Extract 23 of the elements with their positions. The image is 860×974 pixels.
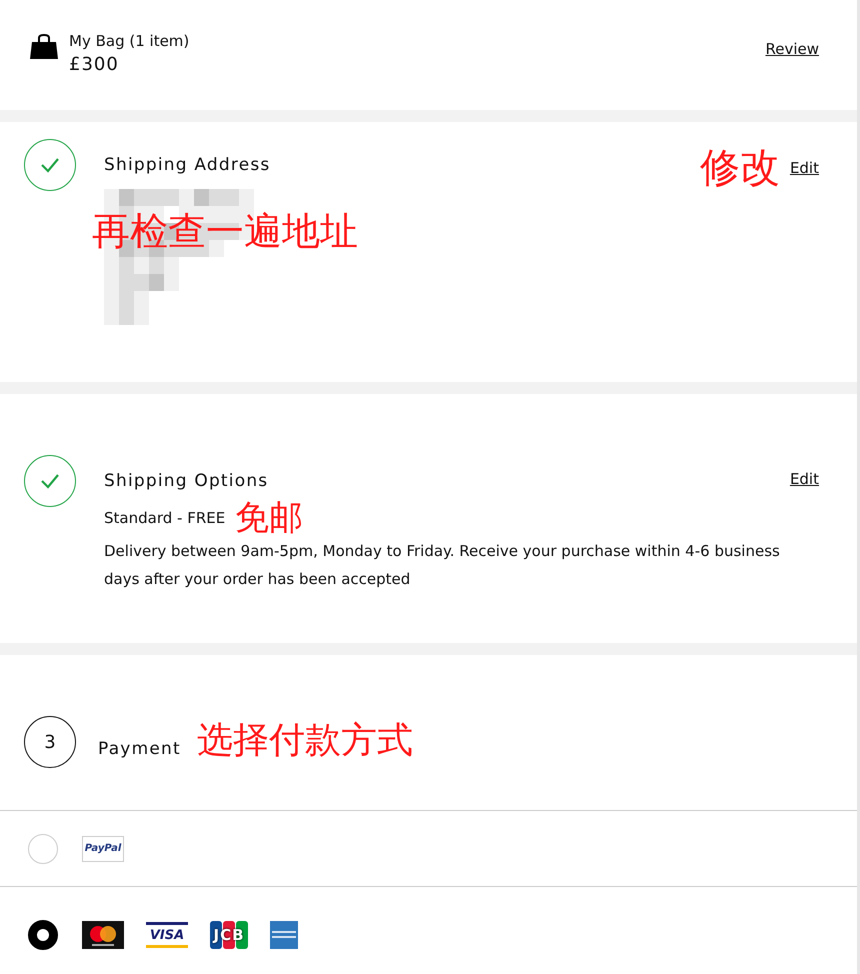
- delivery-description: Delivery between 9am-5pm, Monday to Friday. Receive your purchase within 4-6 business days after your order has been accepted: [104, 541, 781, 590]
- visa-logo: VISA: [146, 922, 188, 948]
- edit-link[interactable]: Edit: [790, 159, 819, 177]
- paypal-logo: PayPal: [82, 836, 124, 862]
- annotation-text: 选择付款方式: [196, 719, 413, 763]
- bag-title: My Bag (1 item): [69, 32, 190, 50]
- annotation-text: 再检查一遍地址: [92, 211, 358, 253]
- step-title: Shipping Address: [104, 155, 270, 175]
- check-circle-icon: [24, 139, 76, 191]
- jcb-logo: JCB: [210, 921, 248, 949]
- step-title: Payment: [98, 738, 181, 758]
- mastercard-logo-icon: [82, 921, 124, 949]
- annotation-text: 修改: [700, 148, 780, 188]
- bag-total: £300: [69, 54, 120, 75]
- radio-button[interactable]: [28, 920, 58, 950]
- step-title: Shipping Options: [104, 471, 268, 491]
- annotation-text: 免邮: [235, 501, 304, 535]
- step-number: 3: [24, 716, 76, 768]
- shopping-bag-icon: [29, 34, 59, 60]
- shipping-option: Standard - FREE: [104, 509, 226, 527]
- review-link[interactable]: Review: [765, 40, 819, 58]
- edit-link[interactable]: Edit: [790, 470, 819, 488]
- check-circle-icon: [24, 455, 76, 507]
